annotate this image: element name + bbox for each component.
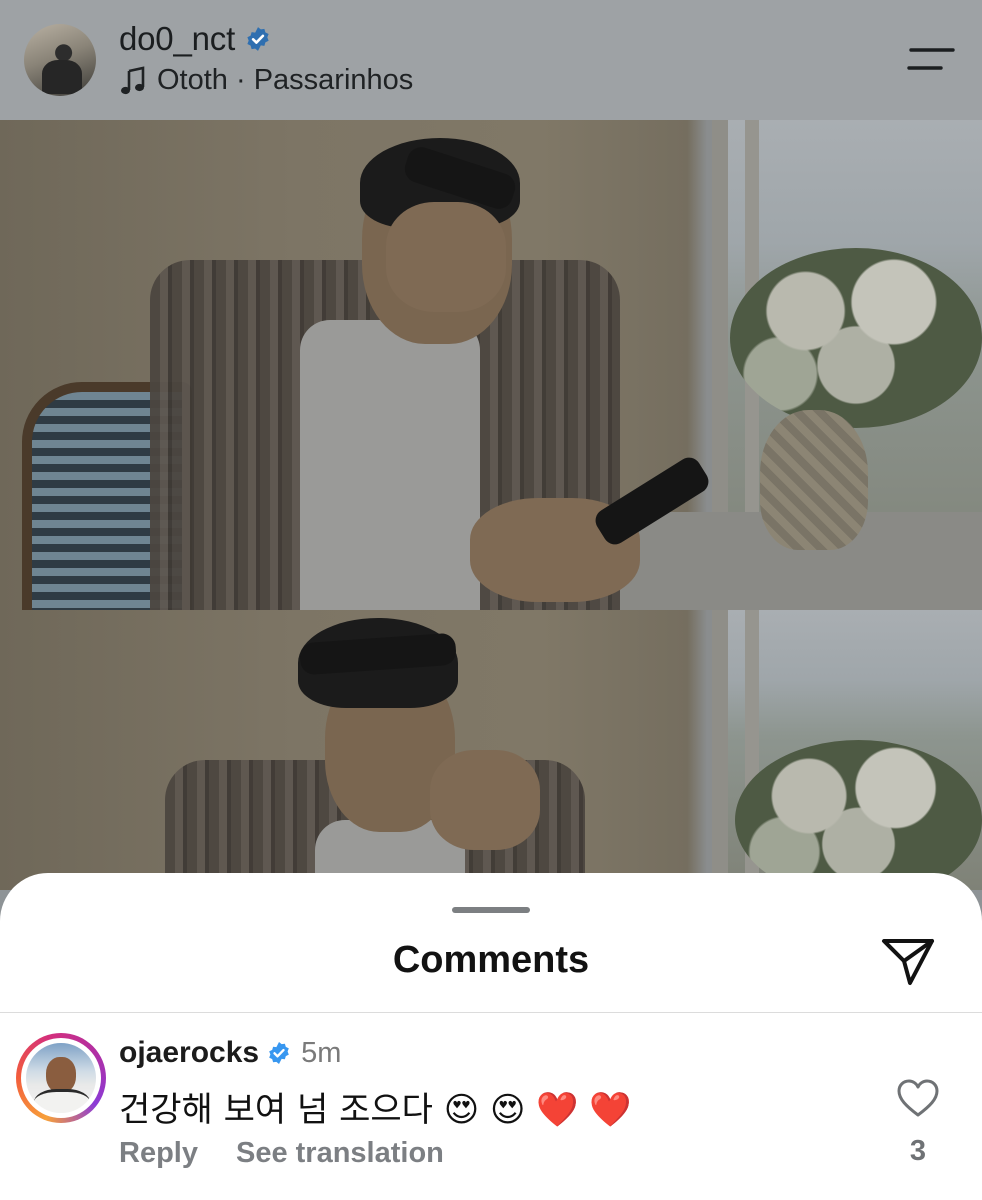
comment-username[interactable]: ojaerocks bbox=[119, 1036, 259, 1070]
like-count: 3 bbox=[909, 1135, 927, 1167]
photo-hand bbox=[386, 202, 506, 312]
music-track-label: Ototh · Passarinhos bbox=[157, 64, 414, 96]
photo-hand bbox=[430, 750, 540, 850]
sheet-drag-handle[interactable] bbox=[452, 907, 530, 913]
reply-button[interactable]: Reply bbox=[119, 1137, 198, 1170]
profile-avatar[interactable] bbox=[24, 24, 96, 96]
commenter-avatar[interactable] bbox=[16, 1033, 106, 1123]
username-row: do0_nct bbox=[119, 20, 271, 58]
send-icon[interactable] bbox=[880, 937, 936, 987]
avatar-photo bbox=[26, 1043, 96, 1113]
comment-actions: Reply See translation bbox=[119, 1137, 444, 1170]
menu-icon[interactable] bbox=[905, 44, 957, 74]
comment-header: ojaerocks 5m bbox=[119, 1036, 341, 1070]
post-photo-1[interactable] bbox=[0, 120, 982, 610]
photo-flowers bbox=[730, 248, 982, 428]
photo-vase bbox=[760, 410, 868, 550]
photo-flowers bbox=[735, 740, 982, 890]
sheet-divider bbox=[0, 1012, 982, 1013]
verified-badge-icon bbox=[247, 27, 269, 51]
photo-tshirt bbox=[300, 320, 480, 610]
music-note-icon bbox=[121, 65, 145, 94]
verified-badge-icon bbox=[269, 1042, 289, 1064]
avatar-inner bbox=[21, 1038, 101, 1118]
post-header: do0_nct Ototh · Passarinhos bbox=[0, 0, 982, 120]
see-translation-button[interactable]: See translation bbox=[236, 1137, 444, 1170]
heart-icon[interactable] bbox=[896, 1078, 940, 1118]
username-link[interactable]: do0_nct bbox=[119, 20, 235, 58]
comments-title: Comments bbox=[392, 939, 590, 981]
post-photo-2[interactable] bbox=[0, 610, 982, 890]
comments-sheet: Comments ojaerocks 5m 건강해 보여 넘 조으다 😍 😍 ❤… bbox=[0, 873, 982, 1200]
comment-timestamp: 5m bbox=[301, 1036, 342, 1069]
comment-text: 건강해 보여 넘 조으다 😍 😍 ❤️ ❤️ bbox=[119, 1090, 632, 1130]
music-row[interactable]: Ototh · Passarinhos bbox=[119, 64, 413, 97]
